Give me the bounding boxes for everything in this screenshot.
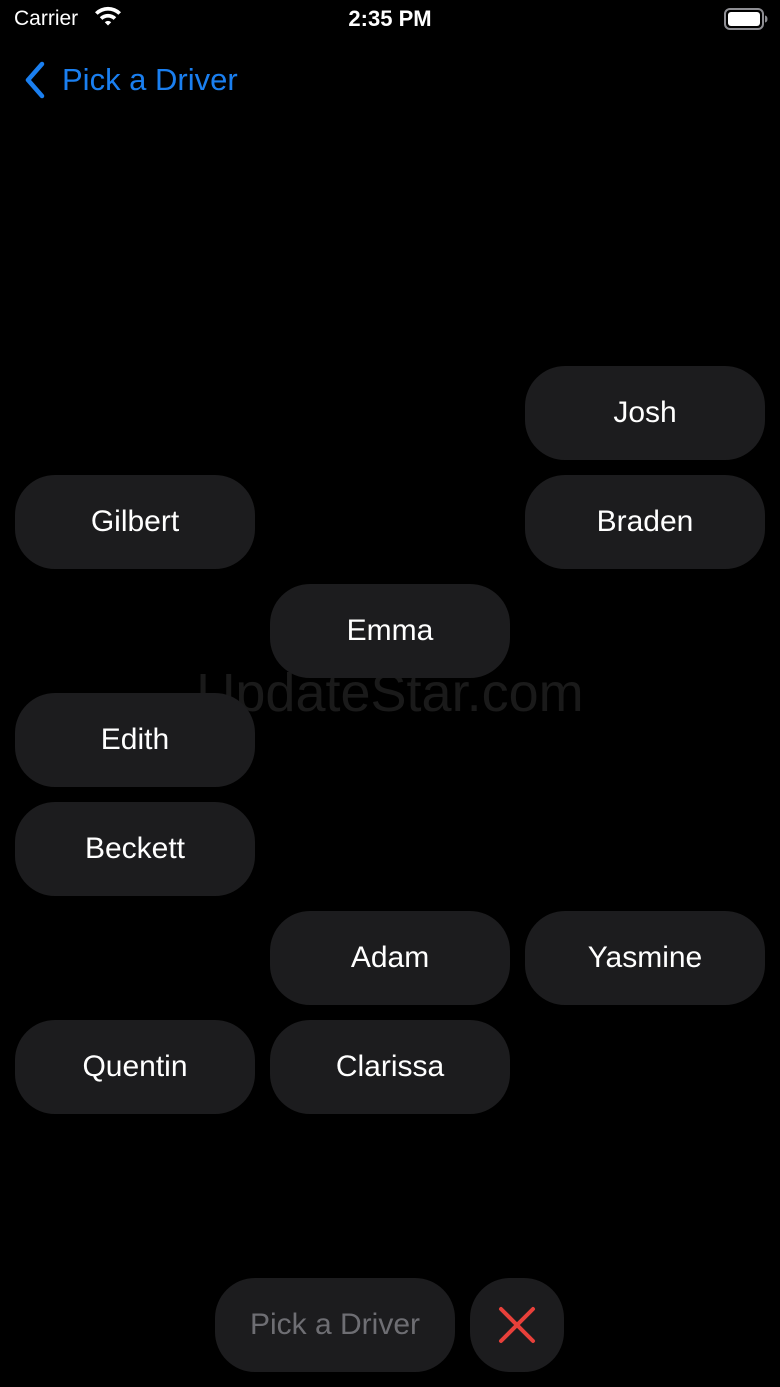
status-bar: Carrier 2:35 PM — [0, 0, 780, 40]
close-button[interactable] — [470, 1278, 564, 1372]
driver-beckett-button[interactable]: Beckett — [15, 802, 255, 896]
driver-adam-button[interactable]: Adam — [270, 911, 510, 1005]
driver-gilbert-button[interactable]: Gilbert — [15, 475, 255, 569]
back-button-label: Pick a Driver — [62, 62, 238, 97]
driver-clarissa-button[interactable]: Clarissa — [270, 1020, 510, 1114]
back-button[interactable]: Pick a Driver — [22, 56, 238, 104]
driver-edith-button[interactable]: Edith — [15, 693, 255, 787]
driver-yasmine-button[interactable]: Yasmine — [525, 911, 765, 1005]
chevron-left-icon — [25, 61, 45, 99]
battery-icon — [724, 8, 768, 30]
close-icon — [499, 1307, 535, 1343]
driver-josh-button[interactable]: Josh — [525, 366, 765, 460]
clock: 2:35 PM — [348, 6, 432, 31]
pick-driver-button[interactable]: Pick a Driver — [215, 1278, 455, 1372]
driver-braden-button[interactable]: Braden — [525, 475, 765, 569]
driver-emma-button[interactable]: Emma — [270, 584, 510, 678]
driver-quentin-button[interactable]: Quentin — [15, 1020, 255, 1114]
